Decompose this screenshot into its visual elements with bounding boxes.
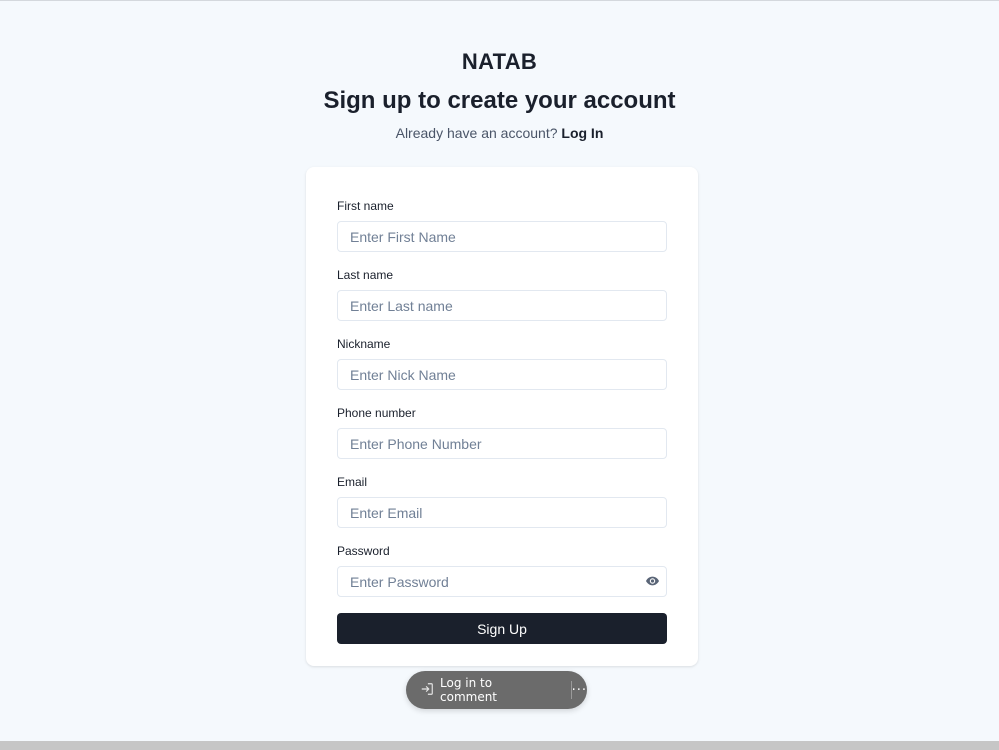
signup-form: First name Last name Nickname Phone numb… bbox=[306, 167, 698, 666]
password-label: Password bbox=[337, 544, 390, 558]
last-name-field: Last name bbox=[337, 268, 667, 321]
sign-up-button[interactable]: Sign Up bbox=[337, 613, 667, 644]
first-name-field: First name bbox=[337, 199, 667, 252]
login-link[interactable]: Log In bbox=[561, 125, 603, 141]
first-name-input[interactable] bbox=[337, 221, 667, 252]
log-in-to-comment-label: Log in to comment bbox=[440, 676, 498, 704]
login-prompt-text: Already have an account? bbox=[395, 125, 558, 141]
email-input[interactable] bbox=[337, 497, 667, 528]
nickname-label: Nickname bbox=[337, 337, 391, 351]
password-input[interactable] bbox=[337, 566, 667, 597]
nickname-input[interactable] bbox=[337, 359, 667, 390]
first-name-label: First name bbox=[337, 199, 394, 213]
comment-toolbar: Log in to comment ··· bbox=[406, 671, 587, 709]
email-label: Email bbox=[337, 475, 368, 489]
phone-field: Phone number bbox=[337, 406, 667, 459]
last-name-label: Last name bbox=[337, 268, 394, 282]
nickname-field: Nickname bbox=[337, 337, 667, 390]
page-title: Sign up to create your account bbox=[323, 87, 676, 114]
more-dots-icon[interactable]: ··· bbox=[572, 683, 587, 698]
password-input-wrap bbox=[337, 566, 667, 597]
phone-label: Phone number bbox=[337, 406, 416, 420]
login-arrow-icon bbox=[420, 682, 434, 699]
last-name-input[interactable] bbox=[337, 290, 667, 321]
password-field: Password bbox=[337, 544, 667, 597]
log-in-to-comment-button[interactable]: Log in to comment bbox=[406, 671, 553, 709]
email-field: Email bbox=[337, 475, 667, 528]
bottom-scroll-bar bbox=[0, 741, 999, 750]
eye-icon[interactable] bbox=[645, 574, 659, 588]
brand-logo-text: NATAB bbox=[461, 49, 538, 74]
phone-input[interactable] bbox=[337, 428, 667, 459]
login-prompt: Already have an account? Log In bbox=[0, 125, 999, 141]
